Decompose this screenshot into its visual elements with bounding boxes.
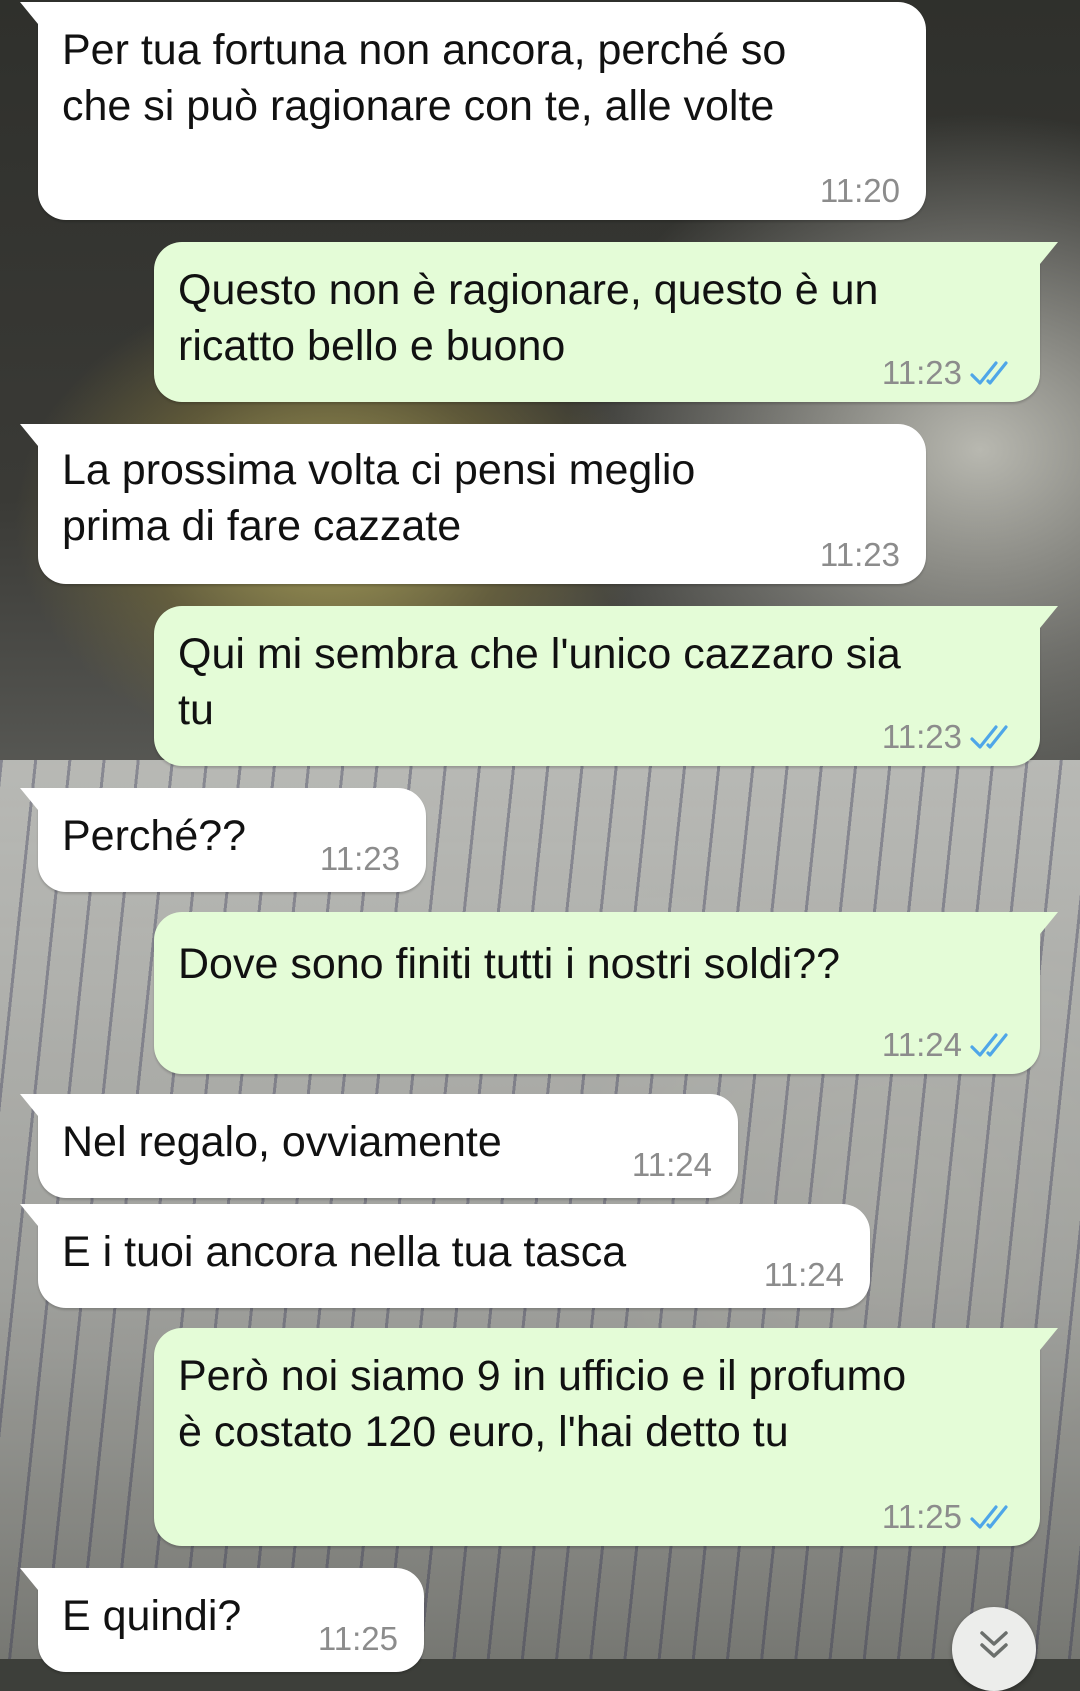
double-check-icon: [970, 361, 1008, 385]
message-time: 11:20: [819, 172, 900, 209]
message-text: La prossima volta ci pensi meglio prima …: [62, 446, 696, 550]
message-time: 11:25: [881, 1498, 962, 1535]
message-meta: 11:25: [318, 1620, 398, 1658]
message-bubble-outgoing[interactable]: Qui mi sembra che l'unico cazzaro sia tu…: [154, 606, 1058, 766]
message-meta: 11:23: [882, 718, 1014, 756]
double-check-icon: [970, 725, 1008, 749]
double-check-icon: [970, 1033, 1008, 1057]
message-time: 11:23: [819, 536, 900, 573]
double-chevron-down-icon: [980, 1631, 1008, 1658]
message-meta: 11:23: [882, 354, 1014, 392]
message-text: Qui mi sembra che l'unico cazzaro sia tu: [178, 630, 901, 734]
message-list[interactable]: Per tua fortuna non ancora, perché so ch…: [0, 0, 1080, 1672]
message-meta: 11:23: [820, 536, 900, 574]
message-text: Però noi siamo 9 in ufficio e il profumo…: [178, 1352, 907, 1456]
message-time: 11:23: [319, 840, 400, 877]
message-meta: 11:23: [320, 840, 400, 878]
message-bubble-outgoing[interactable]: Però noi siamo 9 in ufficio e il profumo…: [154, 1328, 1058, 1546]
message-meta: 11:24: [882, 1026, 1014, 1064]
message-bubble-outgoing[interactable]: Dove sono finiti tutti i nostri soldi?? …: [154, 912, 1058, 1074]
message-bubble-incoming[interactable]: E i tuoi ancora nella tua tasca 11:24: [20, 1204, 870, 1308]
message-text: E quindi?: [62, 1592, 242, 1640]
scroll-to-bottom-button[interactable]: [952, 1607, 1036, 1691]
message-time: 11:24: [631, 1146, 712, 1183]
message-time: 11:23: [881, 354, 962, 391]
message-meta: 11:25: [882, 1498, 1014, 1536]
message-bubble-outgoing[interactable]: Questo non è ragionare, questo è un rica…: [154, 242, 1058, 402]
message-text: E i tuoi ancora nella tua tasca: [62, 1228, 627, 1276]
message-time: 11:25: [317, 1620, 398, 1657]
message-text: Dove sono finiti tutti i nostri soldi??: [178, 940, 841, 988]
message-meta: 11:24: [632, 1146, 712, 1184]
message-text: Per tua fortuna non ancora, perché so ch…: [62, 26, 787, 130]
message-bubble-incoming[interactable]: Perché?? 11:23: [20, 788, 426, 892]
message-meta: 11:20: [820, 172, 900, 210]
message-text: Nel regalo, ovviamente: [62, 1118, 502, 1166]
message-text: Questo non è ragionare, questo è un rica…: [178, 266, 879, 370]
message-time: 11:23: [881, 718, 962, 755]
message-text: Perché??: [62, 812, 247, 860]
message-time: 11:24: [881, 1026, 962, 1063]
message-bubble-incoming[interactable]: La prossima volta ci pensi meglio prima …: [20, 424, 926, 584]
message-meta: 11:24: [764, 1256, 844, 1294]
message-bubble-incoming[interactable]: Per tua fortuna non ancora, perché so ch…: [20, 2, 926, 220]
double-check-icon: [970, 1505, 1008, 1529]
message-bubble-incoming[interactable]: E quindi? 11:25: [20, 1568, 424, 1672]
message-bubble-incoming[interactable]: Nel regalo, ovviamente 11:24: [20, 1094, 738, 1198]
message-time: 11:24: [763, 1256, 844, 1293]
